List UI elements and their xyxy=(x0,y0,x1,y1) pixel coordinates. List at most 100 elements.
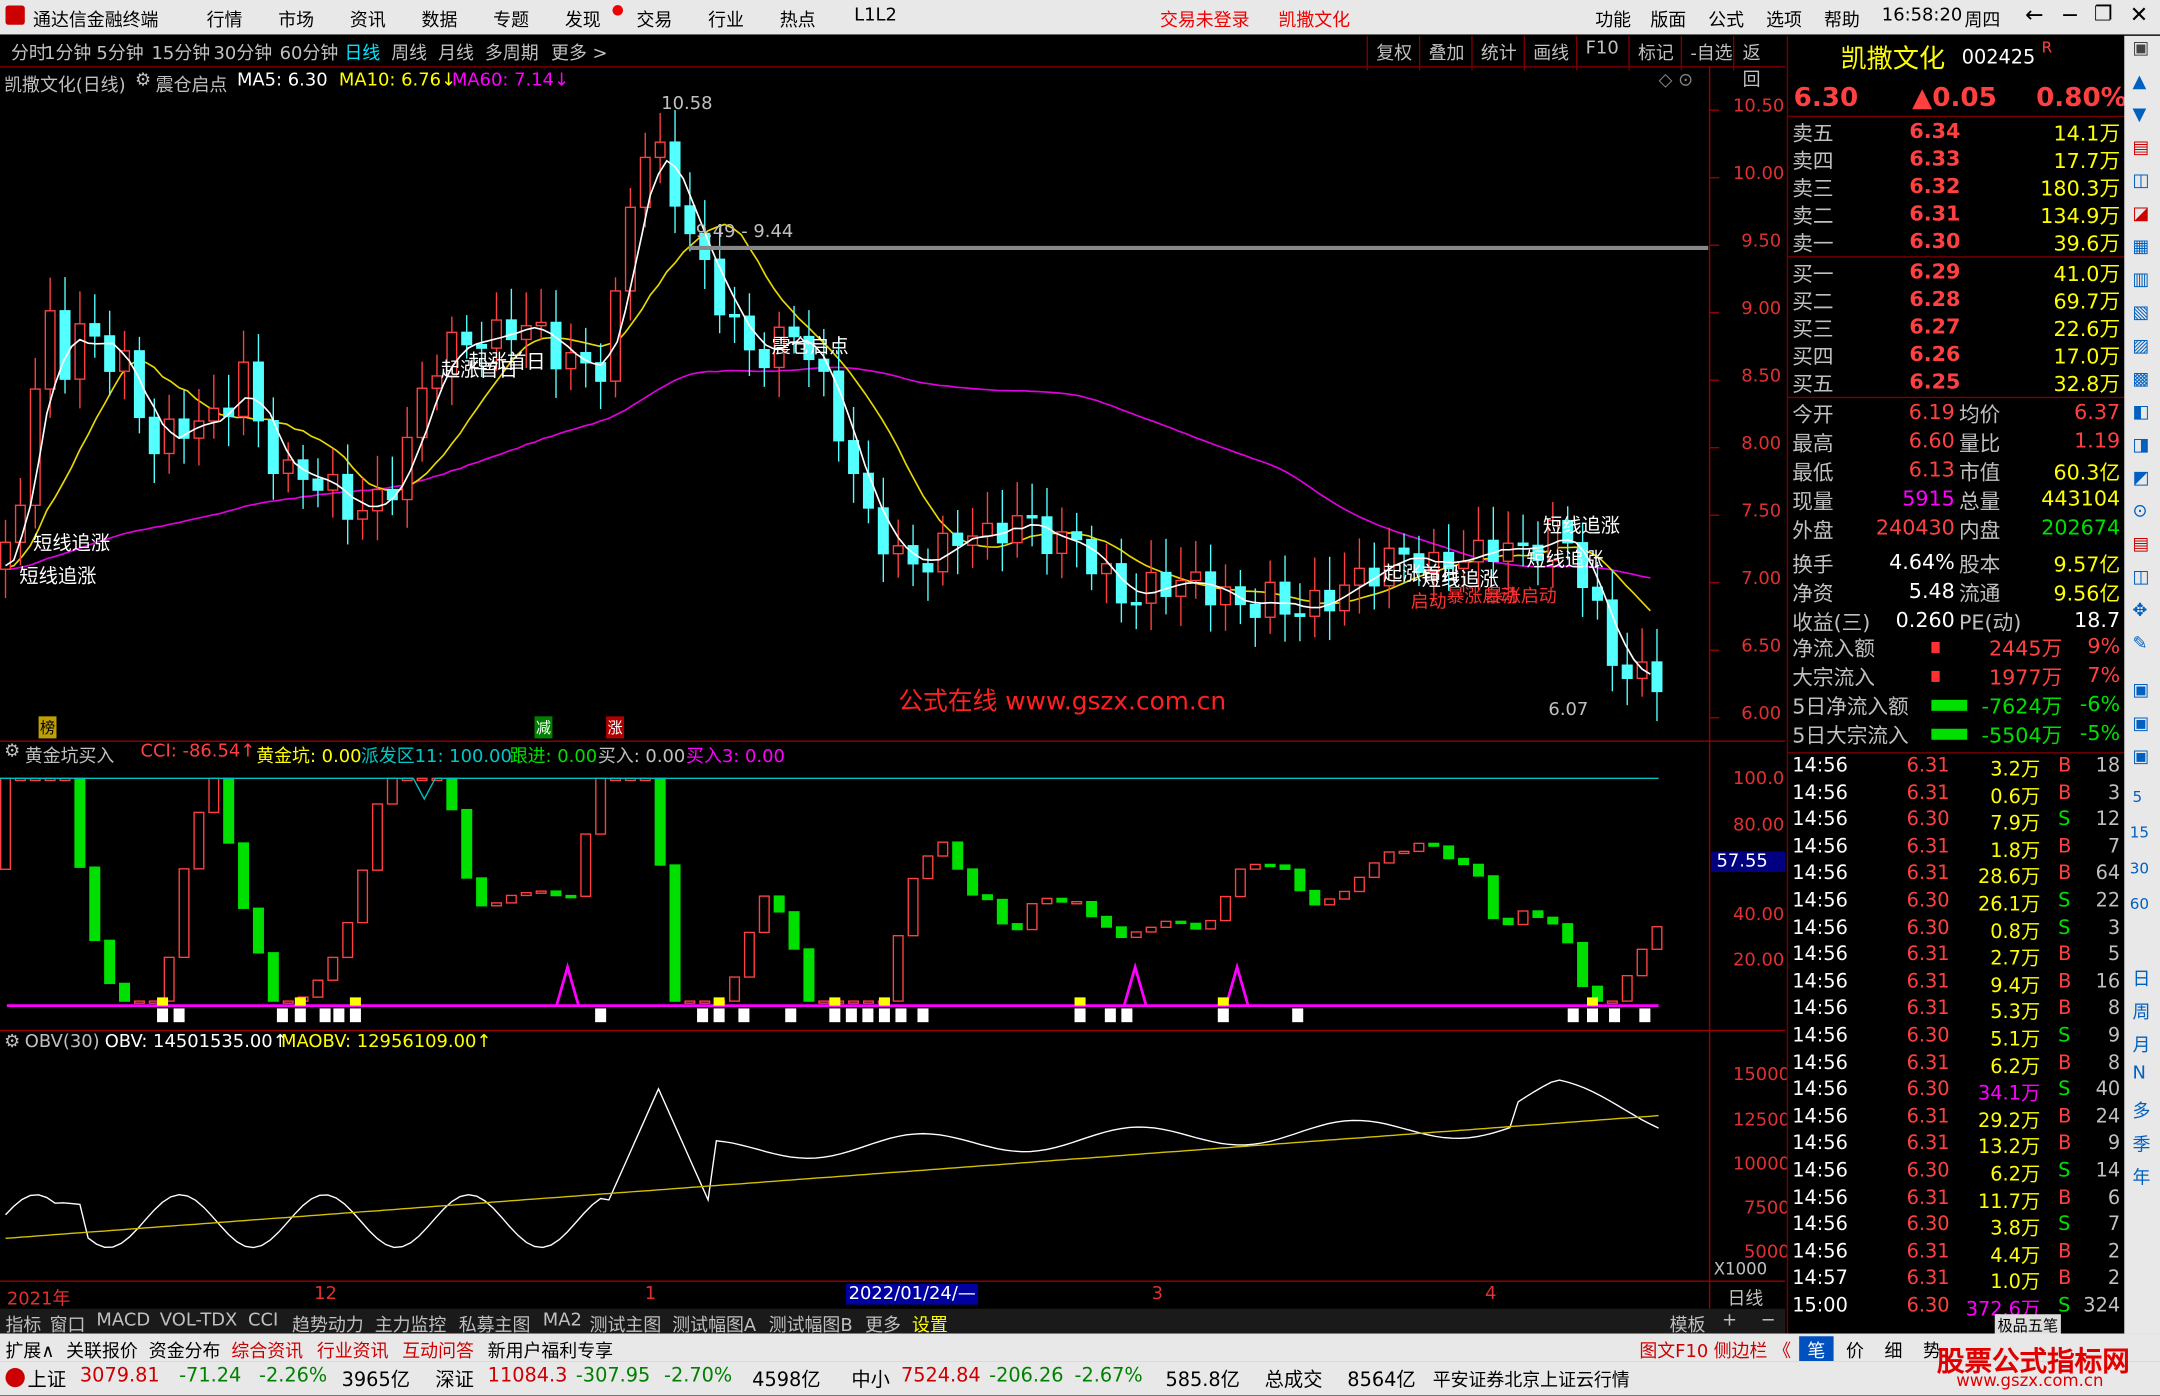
book-row[interactable]: 卖五 6.34 14.1万 xyxy=(1788,118,2126,146)
tab-ma2[interactable]: MA2 xyxy=(543,1310,582,1331)
book-row[interactable]: 买一 6.29 41.0万 xyxy=(1788,259,2126,287)
menu-l1l2[interactable]: L1L2 xyxy=(854,6,897,27)
add-icon[interactable]: + xyxy=(1722,1310,1737,1331)
tick-row[interactable]: 14:56 6.31 2.7万 B 5 xyxy=(1788,944,2126,970)
btn-zixuan[interactable]: -自选 xyxy=(1680,35,1741,71)
chart-area[interactable]: 凯撒文化(日线) ⚙ 震仓启点 MA5: 6.30 MA10: 6.76↓ MA… xyxy=(0,66,1790,1310)
book-row[interactable]: 卖二 6.31 134.9万 xyxy=(1788,201,2126,229)
btn-diejia[interactable]: 叠加 xyxy=(1418,35,1473,71)
info-guanlian[interactable]: 关联报价 xyxy=(66,1336,138,1363)
tab-ceshi-zhu[interactable]: 测试主图 xyxy=(590,1310,662,1337)
tick-row[interactable]: 14:56 6.30 34.1万 S 40 xyxy=(1788,1079,2126,1105)
info-f10[interactable]: 图文F10 xyxy=(1639,1336,1708,1363)
chart-icon[interactable]: ▥ xyxy=(2133,270,2150,291)
tick-row[interactable]: 15:00 6.30 372.6万 S 324 xyxy=(1788,1295,2126,1321)
btn-fanhui[interactable]: 返回 xyxy=(1733,35,1785,91)
menu-banmian[interactable]: 版面 xyxy=(1650,6,1686,32)
chart-icon[interactable]: ◪ xyxy=(2133,204,2150,225)
trade-status[interactable]: 交易未登录 xyxy=(1160,6,1250,32)
tick-row[interactable]: 14:56 6.30 26.1万 S 22 xyxy=(1788,890,2126,916)
tab-ceshi-b[interactable]: 测试幅图B xyxy=(769,1310,853,1337)
period-multi[interactable]: 多周期 xyxy=(485,39,539,65)
num-icon[interactable]: 15 xyxy=(2130,824,2149,842)
book-row[interactable]: 卖三 6.32 180.3万 xyxy=(1788,174,2126,202)
tab-vol[interactable]: VOL-TDX xyxy=(160,1310,238,1331)
tick-row[interactable]: 14:56 6.31 0.6万 B 3 xyxy=(1788,782,2126,808)
menu-hangqing[interactable]: 行情 xyxy=(207,6,243,32)
period-day-icon[interactable]: 日 xyxy=(2133,964,2151,991)
obv-name[interactable]: OBV(30) xyxy=(25,1032,100,1053)
tick-row[interactable]: 14:56 6.31 5.3万 B 8 xyxy=(1788,998,2126,1024)
info-bi[interactable]: 笔 xyxy=(1799,1336,1834,1363)
num-icon[interactable]: 30 xyxy=(2130,860,2149,878)
chart-icon[interactable]: ▣ xyxy=(2133,681,2150,702)
chart-icon[interactable]: ◫ xyxy=(2133,171,2150,192)
period-multi-icon[interactable]: 多 xyxy=(2133,1097,2151,1123)
move-icon[interactable]: ✥ xyxy=(2133,601,2148,622)
menu-xuanxiang[interactable]: 选项 xyxy=(1766,6,1802,32)
tab-zhibiao[interactable]: 指标 xyxy=(6,1310,42,1337)
book-row[interactable]: 买三 6.27 22.6万 xyxy=(1788,314,2126,342)
pen-icon[interactable]: ✎ xyxy=(2133,634,2148,655)
panel-icon[interactable]: ▣ xyxy=(2133,39,2150,60)
period-30min[interactable]: 30分钟 xyxy=(214,39,273,65)
minus-icon[interactable]: − xyxy=(1761,1310,1776,1331)
menu-faxian[interactable]: 发现 xyxy=(565,6,601,32)
period-year-icon[interactable]: 年 xyxy=(2133,1163,2151,1189)
tick-row[interactable]: 14:56 6.31 29.2万 B 24 xyxy=(1788,1106,2126,1132)
chart-icon[interactable]: ▣ xyxy=(2133,714,2150,735)
menu-gongshi[interactable]: 公式 xyxy=(1708,6,1744,32)
tick-row[interactable]: 14:56 6.30 3.8万 S 7 xyxy=(1788,1214,2126,1240)
chart-icon[interactable]: ▤ xyxy=(2133,535,2150,556)
menu-redian[interactable]: 热点 xyxy=(780,6,816,32)
chart-icon[interactable]: ◩ xyxy=(2133,468,2150,489)
info-welfare[interactable]: 新用户福利专享 xyxy=(488,1336,613,1363)
tick-row[interactable]: 14:56 6.31 4.4万 B 2 xyxy=(1788,1241,2126,1267)
chart-ctrl-icon[interactable]: ◇ ⊙ xyxy=(1659,70,1693,91)
book-row[interactable]: 买五 6.25 32.8万 xyxy=(1788,369,2126,397)
zx-label[interactable]: 中小 xyxy=(851,1365,890,1393)
chart-icon[interactable]: ◧ xyxy=(2133,402,2150,423)
period-more[interactable]: 更多 > xyxy=(551,39,608,65)
book-row[interactable]: 买二 6.28 69.7万 xyxy=(1788,287,2126,315)
mid-indicator-name[interactable]: 黄金坑买入 xyxy=(25,741,115,768)
num-icon[interactable]: 5 xyxy=(2133,788,2143,806)
tick-row[interactable]: 14:57 6.31 1.0万 B 2 xyxy=(1788,1268,2126,1294)
menu-zixun[interactable]: 资讯 xyxy=(350,6,386,32)
btn-huaxian[interactable]: 画线 xyxy=(1523,35,1578,71)
template-button[interactable]: 模板 xyxy=(1670,1310,1706,1337)
kline-svg[interactable] xyxy=(0,66,1786,1309)
info-hangye[interactable]: 行业资讯 xyxy=(317,1336,389,1363)
tick-row[interactable]: 14:56 6.30 6.2万 S 14 xyxy=(1788,1160,2126,1186)
info-zonghe[interactable]: 综合资讯 xyxy=(231,1336,303,1363)
chart-icon[interactable]: ▦ xyxy=(2133,237,2150,258)
menu-bangzhu[interactable]: 帮助 xyxy=(1824,6,1860,32)
info-jia[interactable]: 价 xyxy=(1846,1336,1864,1363)
book-row[interactable]: 卖四 6.33 17.7万 xyxy=(1788,146,2126,174)
menu-shichang[interactable]: 市场 xyxy=(278,6,314,32)
menu-gongneng[interactable]: 功能 xyxy=(1595,6,1631,32)
tick-row[interactable]: 14:56 6.30 0.8万 S 3 xyxy=(1788,917,2126,943)
tab-more[interactable]: 更多 xyxy=(865,1310,901,1337)
book-row[interactable]: 卖一 6.30 39.6万 xyxy=(1788,229,2126,257)
menu-jiaoyi[interactable]: 交易 xyxy=(636,6,672,32)
obv-formula-icon[interactable]: ⚙ xyxy=(4,1032,20,1053)
close-icon[interactable]: ✕ xyxy=(2130,1,2148,27)
down-icon[interactable]: ▼ xyxy=(2133,105,2147,126)
tick-row[interactable]: 14:56 6.30 7.9万 S 12 xyxy=(1788,809,2126,835)
sz-label[interactable]: 深证 xyxy=(435,1365,474,1393)
tick-row[interactable]: 14:56 6.31 28.6万 B 64 xyxy=(1788,863,2126,889)
restore-icon[interactable]: ❐ xyxy=(2094,1,2113,26)
mid-formula-icon[interactable]: ⚙ xyxy=(4,741,20,762)
tick-row[interactable]: 14:56 6.31 13.2万 B 9 xyxy=(1788,1133,2126,1159)
info-sidebar[interactable]: 侧边栏 《 xyxy=(1714,1336,1791,1363)
tab-ceshi-a[interactable]: 测试幅图A xyxy=(672,1310,756,1337)
chart-icon[interactable]: ▧ xyxy=(2133,303,2150,324)
formula-icon[interactable]: ⚙ xyxy=(135,70,151,91)
chart-icon[interactable]: ▨ xyxy=(2133,336,2150,357)
info-xi[interactable]: 细 xyxy=(1885,1336,1903,1363)
tick-row[interactable]: 14:56 6.30 5.1万 S 9 xyxy=(1788,1025,2126,1051)
chart-icon[interactable]: ▣ xyxy=(2133,747,2150,768)
info-zijin[interactable]: 资金分布 xyxy=(149,1336,221,1363)
chart-icon[interactable]: ◫ xyxy=(2133,568,2150,589)
